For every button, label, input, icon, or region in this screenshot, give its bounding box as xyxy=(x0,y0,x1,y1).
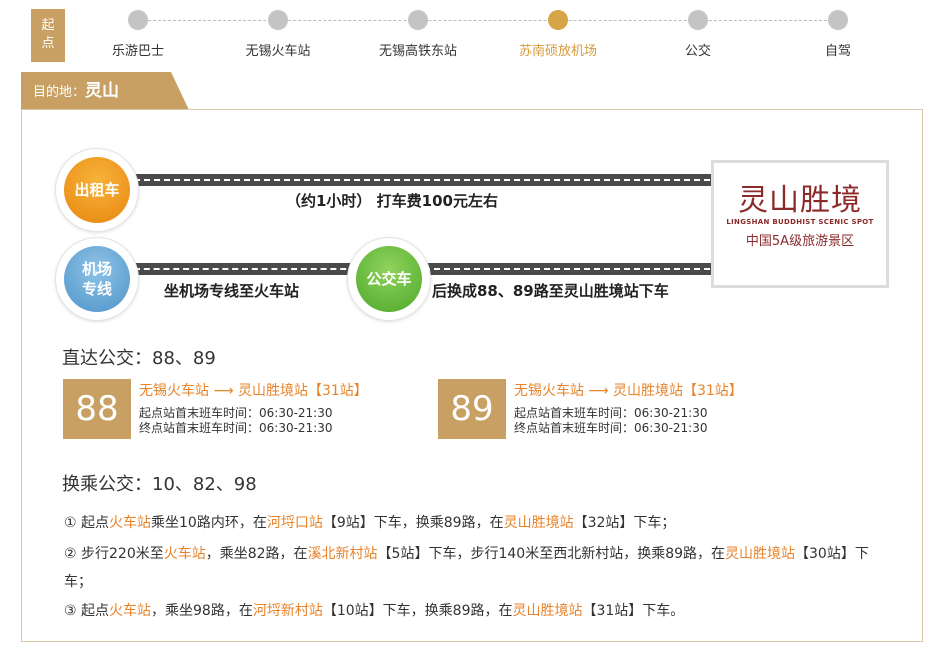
airport-label-line-1: 机场 xyxy=(81,260,112,278)
station-link: 灵山胜境站 xyxy=(512,603,583,619)
transfer-item-2: ② 步行220米至火车站，乘坐82路，在溪北新村站【5站】下车，步行140米至西… xyxy=(64,540,894,596)
station-link: 溪北新村站 xyxy=(307,546,378,562)
airport-route-text: 坐机场专线至火车站 xyxy=(164,282,300,300)
station-link: 火车站 xyxy=(109,603,152,619)
step-label: 无锡高铁东站 xyxy=(378,44,457,59)
transfer-text: 【9站】下车，换乘89路，在 xyxy=(322,515,504,531)
start-char-2: 点 xyxy=(41,36,55,51)
start-char-1: 起 xyxy=(41,18,55,33)
bus-icon: 公交车 xyxy=(348,238,430,320)
step-label: 乐游巴士 xyxy=(111,44,164,59)
route-panel: 出租车 （约1小时） 打车费100元左右 机场 专线 坐机场专线至火车站 公交车 … xyxy=(21,109,923,642)
start-badge: 起 点 xyxy=(31,9,65,62)
lingshan-logo: 灵山胜境 LINGSHAN BUDDHIST SCENIC SPOT 中国5A级… xyxy=(711,160,889,288)
transfer-item-3: ③ 起点火车站，乘坐98路，在河埒新村站【10站】下车，换乘89路，在灵山胜境站… xyxy=(64,602,894,620)
step-label: 无锡火车站 xyxy=(245,44,311,59)
destination-tab: 目的地：灵山 xyxy=(21,72,189,110)
airport-road xyxy=(130,263,360,275)
bus-first-last-end: 终点站首末班车时间：06:30-21:30 xyxy=(514,421,708,435)
step-label: 苏南硕放机场 xyxy=(518,44,597,59)
transfer-text: 【5站】下车，步行140米至西北新村站，换乘89路，在 xyxy=(377,546,726,562)
station-link: 河埒口站 xyxy=(266,515,323,531)
bus-number: 89 xyxy=(438,379,506,439)
bus-number: 88 xyxy=(63,379,131,439)
transfer-text: ，乘坐98路，在 xyxy=(151,603,253,619)
step-dot-icon xyxy=(408,10,428,30)
transfer-text: ① 起点 xyxy=(64,515,110,531)
transfer-text: 【10站】下车，换乘89路，在 xyxy=(322,603,513,619)
step-self-drive[interactable]: 自驾 xyxy=(768,8,908,59)
step-leyou-bus[interactable]: 乐游巴士 xyxy=(68,8,208,59)
step-label: 自驾 xyxy=(824,44,851,59)
step-dot-icon xyxy=(548,10,568,30)
airport-shuttle-label: 机场 专线 xyxy=(64,246,130,312)
bus-first-last-start: 起点站首末班车时间：06:30-21:30 xyxy=(514,406,708,420)
station-link: 灵山胜境站 xyxy=(725,546,796,562)
logo-subtitle: 中国5A级旅游景区 xyxy=(745,234,855,249)
taxi-icon: 出租车 xyxy=(56,149,138,231)
step-wuxi-railway[interactable]: 无锡火车站 xyxy=(208,8,348,59)
taxi-route-text: （约1小时） 打车费100元左右 xyxy=(286,192,498,210)
step-shuofang-airport[interactable]: 苏南硕放机场 xyxy=(488,8,628,59)
transfer-text: ③ 起点 xyxy=(64,603,110,619)
bus-first-last-end: 终点站首末班车时间：06:30-21:30 xyxy=(139,421,333,435)
transfer-item-1: ① 起点火车站乘坐10路内环，在河埒口站【9站】下车，换乘89路，在灵山胜境站【… xyxy=(64,514,894,532)
logo-english: LINGSHAN BUDDHIST SCENIC SPOT xyxy=(726,218,874,226)
taxi-road xyxy=(130,174,714,186)
step-label: 公交 xyxy=(684,44,711,59)
step-dot-icon xyxy=(828,10,848,30)
bus-first-last-start: 起点站首末班车时间：06:30-21:30 xyxy=(139,406,333,420)
bus-route: 无锡火车站 ⟶ 灵山胜境站【31站】 xyxy=(139,383,368,399)
station-link: 火车站 xyxy=(109,515,152,531)
taxi-label: 出租车 xyxy=(64,157,130,223)
step-dot-icon xyxy=(268,10,288,30)
step-dot-icon xyxy=(128,10,148,30)
transfer-text: ② 步行220米至 xyxy=(64,546,164,562)
step-bus[interactable]: 公交 xyxy=(628,8,768,59)
step-wuxi-east-hsr[interactable]: 无锡高铁东站 xyxy=(348,8,488,59)
step-dot-icon xyxy=(688,10,708,30)
airport-shuttle-icon: 机场 专线 xyxy=(56,238,138,320)
destination-prefix: 目的地： xyxy=(33,85,86,100)
station-link: 河埒新村站 xyxy=(252,603,323,619)
station-link: 火车站 xyxy=(163,546,206,562)
direct-bus-title: 直达公交：88、89 xyxy=(62,348,216,369)
transfer-text: 乘坐10路内环，在 xyxy=(151,515,267,531)
bus-road xyxy=(420,263,714,275)
bus-card-89: 89 无锡火车站 ⟶ 灵山胜境站【31站】 起点站首末班车时间：06:30-21… xyxy=(438,379,768,439)
bus-route: 无锡火车站 ⟶ 灵山胜境站【31站】 xyxy=(514,383,743,399)
destination-name: 灵山 xyxy=(85,81,120,101)
bus-card-88: 88 无锡火车站 ⟶ 灵山胜境站【31站】 起点站首末班车时间：06:30-21… xyxy=(63,379,393,439)
bus-label: 公交车 xyxy=(356,246,422,312)
transfer-text: 【32站】下车； xyxy=(573,515,676,531)
transfer-bus-title: 换乘公交：10、82、98 xyxy=(62,474,257,495)
step-navigation: 乐游巴士 无锡火车站 无锡高铁东站 苏南硕放机场 公交 自驾 xyxy=(68,8,942,64)
logo-title: 灵山胜境 xyxy=(738,183,862,218)
airport-label-line-2: 专线 xyxy=(81,280,112,298)
transfer-text: ，乘坐82路，在 xyxy=(205,546,308,562)
station-link: 灵山胜境站 xyxy=(503,515,574,531)
transfer-text: 【31站】下车。 xyxy=(582,603,685,619)
bus-route-text: 后换成88、89路至灵山胜境站下车 xyxy=(432,282,669,300)
